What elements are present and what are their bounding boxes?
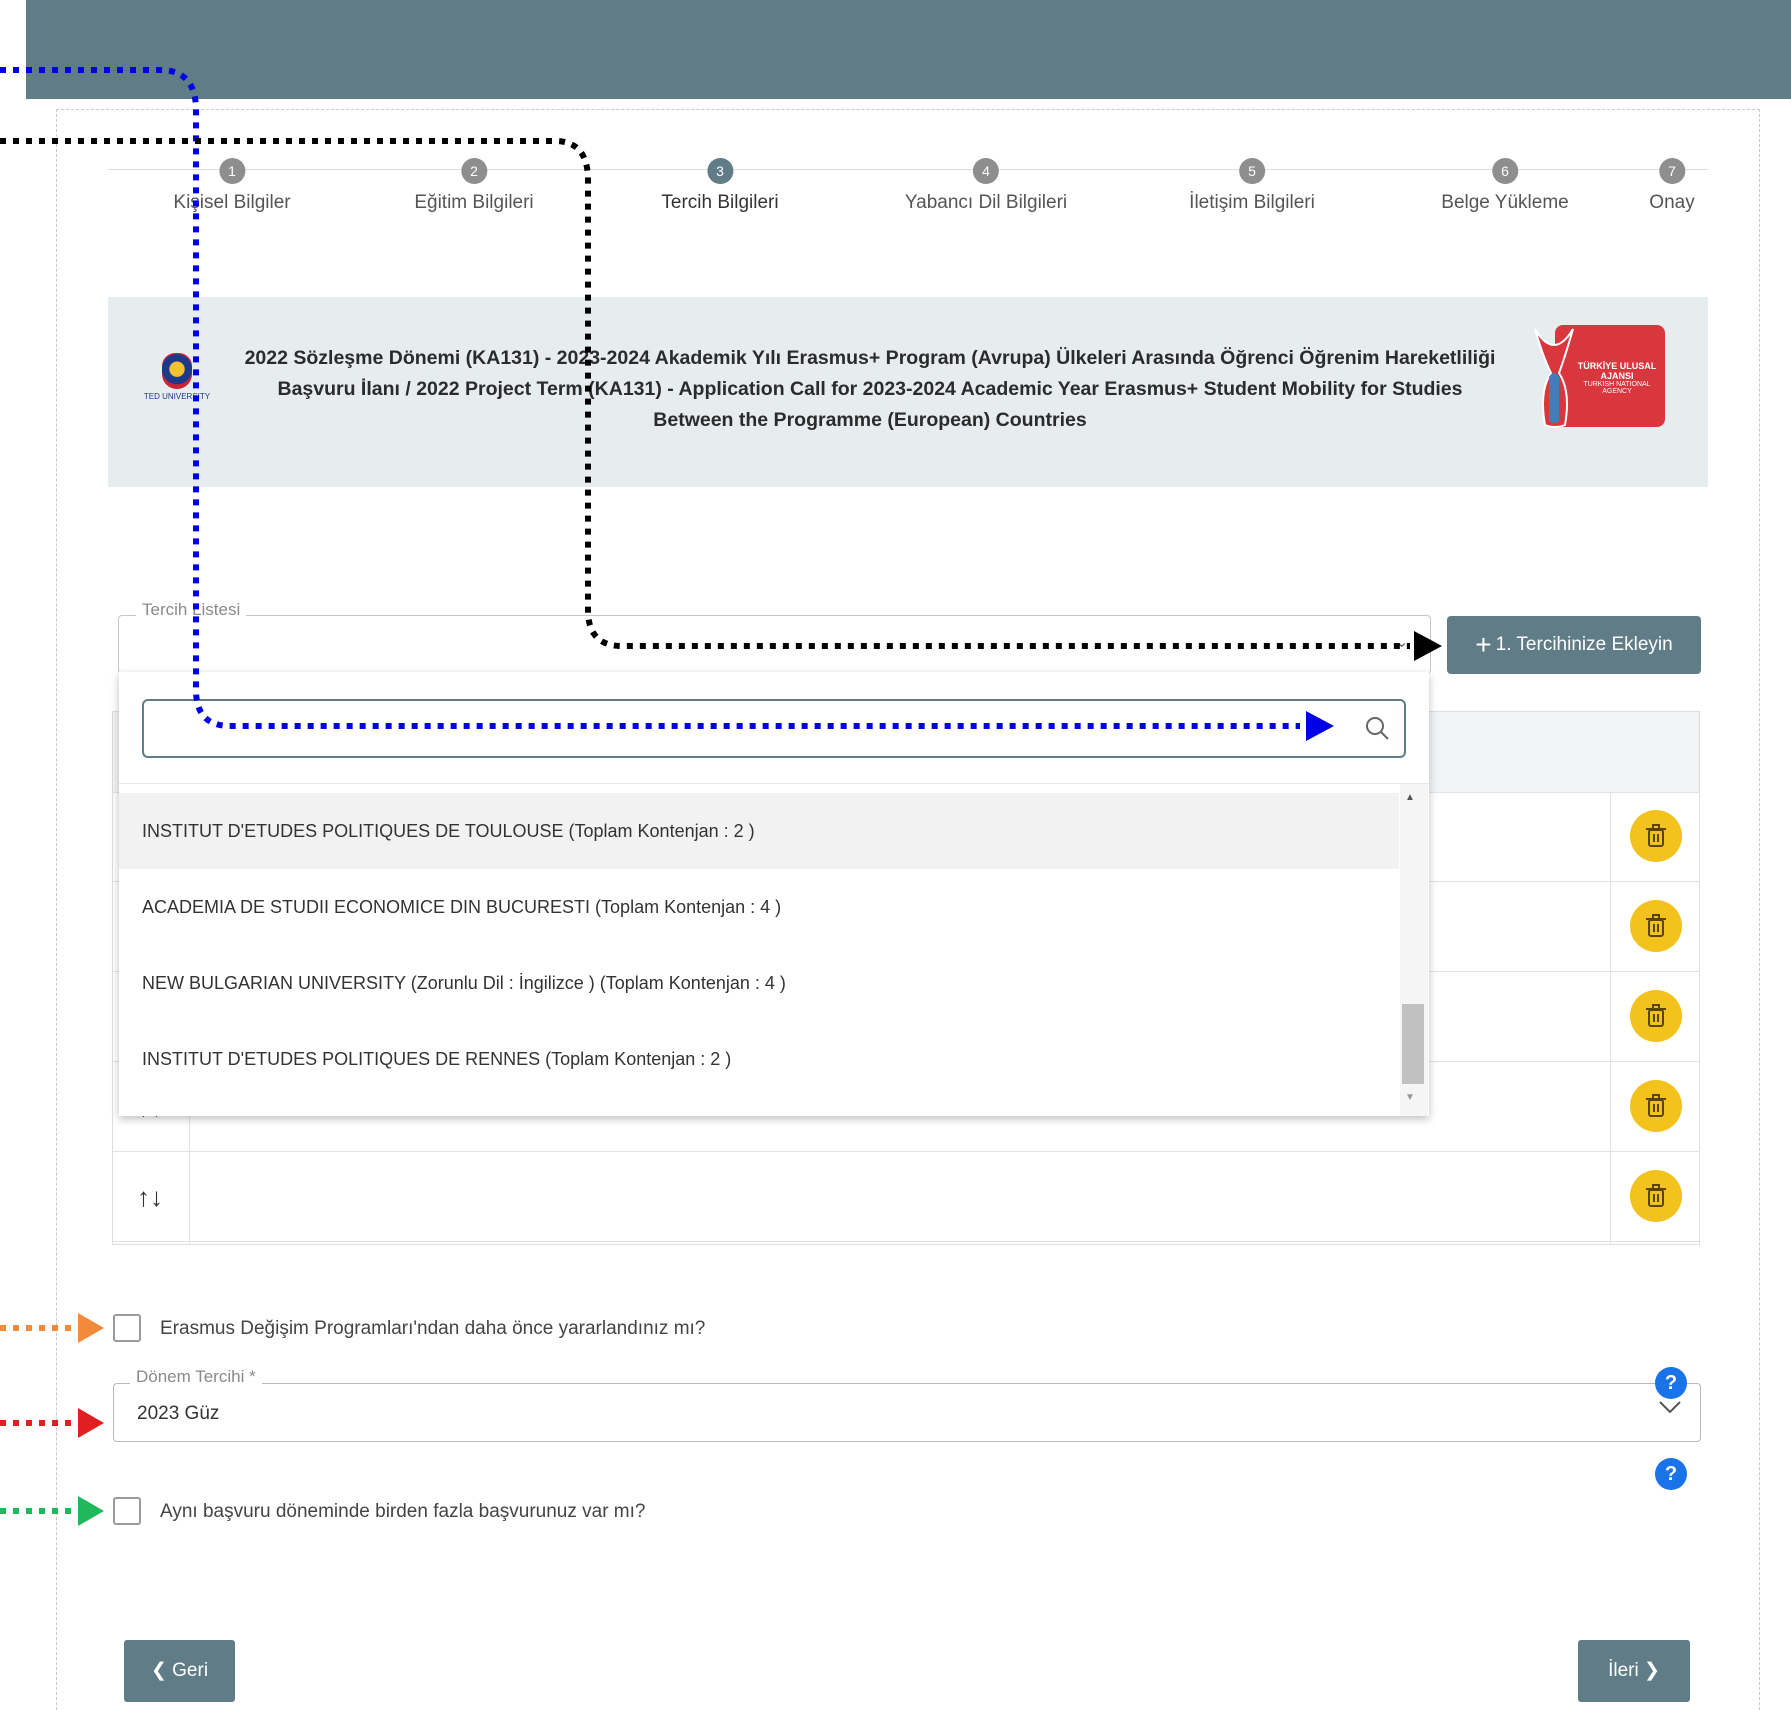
dropdown-option[interactable]: NEW BULGARIAN UNIVERSITY (Zorunlu Dil : … xyxy=(119,945,1399,1021)
step-number: 5 xyxy=(1238,158,1265,184)
step-label: Eğitim Bilgileri xyxy=(414,192,534,213)
step-label: Tercih Bilgileri xyxy=(661,192,779,213)
tercih-dropdown-panel: ▲ ▼ INSTITUT D'ETUDES POLITIQUES DE TOUL… xyxy=(119,672,1429,1116)
back-button[interactable]: ❮ Geri xyxy=(124,1640,235,1702)
step-label: Yabancı Dil Bilgileri xyxy=(904,192,1068,213)
donem-tercihi-value: 2023 Güz xyxy=(137,1403,220,1424)
trash-icon xyxy=(1646,1094,1666,1117)
step-number: 7 xyxy=(1658,158,1685,184)
trash-icon xyxy=(1646,824,1666,847)
multiple-applications-checkbox[interactable] xyxy=(113,1497,141,1525)
step-number: 4 xyxy=(973,158,999,184)
dropdown-option[interactable]: INSTITUT D'ETUDES POLITIQUES DE TOULOUSE… xyxy=(119,793,1399,869)
dropdown-option[interactable]: ACADEMIA DE STUDII ECONOMICE DIN BUCURES… xyxy=(119,869,1399,945)
step-2[interactable]: 2 Eğitim Bilgileri xyxy=(414,158,534,214)
step-number: 1 xyxy=(218,158,245,184)
next-button[interactable]: İleri ❯ xyxy=(1578,1640,1690,1702)
tercih-listesi-label: Tercih Listesi xyxy=(136,600,247,620)
step-6[interactable]: 6 Belge Yükleme xyxy=(1441,158,1569,214)
delete-button[interactable] xyxy=(1630,1170,1682,1222)
chevron-right-icon: ❯ xyxy=(1638,1660,1660,1681)
delete-button[interactable] xyxy=(1630,900,1682,952)
step-3[interactable]: 3 Tercih Bilgileri xyxy=(661,158,779,214)
chevron-left-icon: ❮ xyxy=(150,1660,173,1681)
dropdown-search-input[interactable] xyxy=(142,699,1406,758)
top-header-bar xyxy=(26,0,1791,99)
sort-icon[interactable]: ↑↓ xyxy=(137,1182,163,1213)
step-label: Belge Yükleme xyxy=(1441,192,1569,213)
step-label: Onay xyxy=(1649,192,1695,213)
trash-icon xyxy=(1646,1184,1666,1207)
help-icon[interactable]: ? xyxy=(1655,1367,1687,1399)
delete-button[interactable] xyxy=(1630,810,1682,862)
chevron-down-icon[interactable] xyxy=(1658,1400,1682,1414)
national-agency-logo: TÜRKİYE ULUSAL AJANSI TURKISH NATIONAL AG… xyxy=(1525,321,1665,431)
scroll-up-icon[interactable]: ▲ xyxy=(1405,792,1415,803)
erasmus-previous-label: Erasmus Değişim Programları'ndan daha ön… xyxy=(160,1318,706,1339)
erasmus-previous-checkbox[interactable] xyxy=(113,1314,141,1342)
step-7[interactable]: 7 Onay xyxy=(1649,158,1695,214)
help-icon[interactable]: ? xyxy=(1655,1458,1687,1490)
search-icon[interactable] xyxy=(1364,715,1390,741)
trash-icon xyxy=(1646,1004,1666,1027)
ted-university-logo: TED UNIVERSITY xyxy=(142,353,212,413)
step-1[interactable]: 1 Kişisel Bilgiler xyxy=(173,158,291,214)
step-4[interactable]: 4 Yabancı Dil Bilgileri xyxy=(905,158,1067,214)
multiple-applications-label: Aynı başvuru döneminde birden fazla başv… xyxy=(160,1501,646,1522)
delete-button[interactable] xyxy=(1630,1080,1682,1132)
table-row: ↑↓ xyxy=(113,1152,1699,1242)
step-number: 6 xyxy=(1491,158,1518,184)
donem-tercihi-select[interactable] xyxy=(113,1383,1701,1442)
step-5[interactable]: 5 İletişim Bilgileri xyxy=(1189,158,1315,214)
step-label: Kişisel Bilgiler xyxy=(173,192,291,213)
call-title: 2022 Sözleşme Dönemi (KA131) - 2023-2024… xyxy=(244,347,1496,431)
step-number: 3 xyxy=(706,158,733,184)
trash-icon xyxy=(1646,914,1666,937)
chevron-down-icon[interactable]: ⌄ xyxy=(1395,632,1408,652)
step-number: 2 xyxy=(461,158,487,184)
donem-tercihi-label: Dönem Tercihi * xyxy=(130,1367,262,1387)
scroll-down-icon[interactable]: ▼ xyxy=(1405,1092,1415,1103)
step-label: İletişim Bilgileri xyxy=(1189,192,1315,213)
tercih-listesi-select[interactable] xyxy=(118,615,1431,674)
delete-button[interactable] xyxy=(1630,990,1682,1042)
add-preference-button[interactable]: +1. Tercihinize Ekleyin xyxy=(1447,616,1701,674)
dropdown-option[interactable]: INSTITUT D'ETUDES POLITIQUES DE RENNES (… xyxy=(119,1021,1399,1097)
plus-icon: + xyxy=(1475,629,1492,660)
dropdown-scrollbar-thumb[interactable] xyxy=(1402,1004,1424,1084)
